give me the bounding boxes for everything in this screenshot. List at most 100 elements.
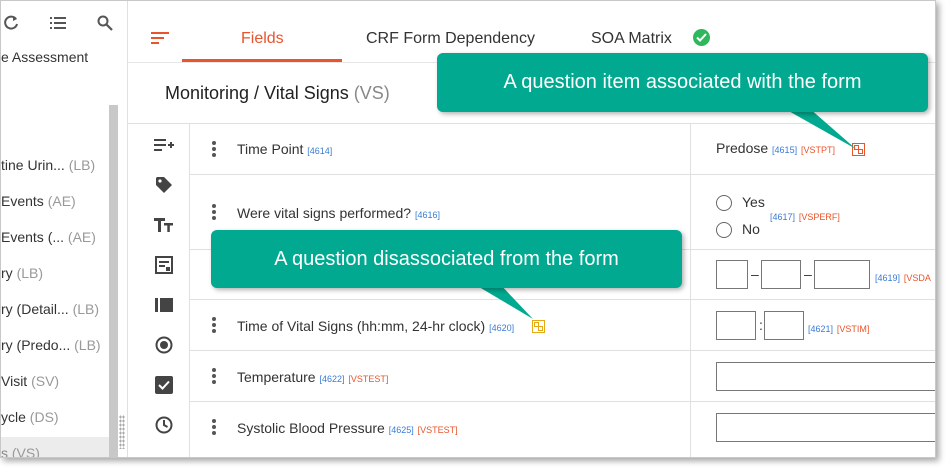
day-input[interactable] — [716, 260, 748, 289]
answer-variable: [VSDA — [903, 273, 931, 283]
form-icon[interactable] — [151, 253, 177, 277]
sidebar-item[interactable]: ycle (DS) — [1, 409, 109, 429]
drag-handle-icon[interactable] — [212, 317, 216, 335]
sidebar-item-code: (LB) — [74, 337, 101, 353]
sidebar-item-label: ycle — [1, 409, 26, 425]
drag-handle-icon[interactable] — [212, 419, 216, 437]
option-label: No — [742, 221, 760, 237]
text-input[interactable] — [716, 413, 935, 442]
question-id: [4625] — [388, 425, 414, 435]
question-id: [4614] — [307, 146, 333, 156]
form-list-panel: e Assessment tine Urin... (LB) Events (A… — [1, 1, 120, 458]
sidebar-item-code: (AE) — [67, 229, 96, 245]
tag-icon[interactable] — [151, 173, 177, 197]
sidebar-item[interactable]: Events (... (AE) — [1, 229, 109, 249]
panel-resize-handle[interactable] — [119, 415, 125, 449]
year-input[interactable] — [814, 260, 870, 289]
sidebar-item-label: e Assessment — [1, 49, 89, 65]
drag-handle-icon[interactable] — [212, 141, 216, 159]
callout-disassociated: A question disassociated from the form — [211, 230, 682, 288]
panel-divider — [127, 1, 128, 457]
question-variable: [VSTEST] — [348, 374, 389, 384]
answer-variable: [VSTIM] — [836, 324, 870, 334]
sidebar-item-code: (DS) — [29, 409, 59, 425]
hour-input[interactable] — [716, 311, 756, 340]
sidebar-item[interactable]: Visit (SV) — [1, 373, 109, 393]
date-separator: – — [804, 266, 812, 282]
radio-option-no[interactable]: No — [716, 221, 760, 239]
question-row[interactable]: Systolic Blood Pressure [4625] [VSTEST] — [190, 402, 935, 457]
question-text: Time Point — [237, 141, 304, 157]
clock-icon[interactable] — [151, 413, 177, 437]
option-label: Yes — [742, 194, 765, 210]
sidebar-item-label: ry (Predo... — [1, 337, 71, 353]
question-label: Temperature [4622] [VSTEST] — [237, 369, 388, 385]
callout-associated: A question item associated with the form — [437, 53, 928, 112]
list-icon[interactable] — [48, 13, 68, 33]
minute-input[interactable] — [764, 311, 804, 340]
sidebar-item-code: (LB) — [72, 301, 100, 317]
checkbox-icon[interactable] — [151, 373, 177, 397]
sidebar-scrollbar[interactable] — [109, 105, 118, 457]
sidebar-item[interactable]: e Assessment — [1, 49, 109, 69]
sidebar-item[interactable]: ry (Predo... (LB) — [1, 337, 109, 357]
text-input[interactable] — [716, 362, 935, 391]
refresh-icon[interactable] — [1, 13, 21, 33]
radio-option-yes[interactable]: Yes — [716, 194, 765, 212]
sidebar-item-label: Events — [1, 193, 44, 209]
drag-handle-icon[interactable] — [212, 204, 216, 222]
answer-meta: [4619] [VSDA — [875, 268, 931, 284]
block-icon[interactable] — [151, 293, 177, 317]
answer-variable: [VSPERF] — [798, 212, 840, 222]
sidebar-item[interactable]: ry (Detail... (LB) — [1, 301, 109, 321]
month-input[interactable] — [761, 260, 801, 289]
active-tab-indicator — [182, 59, 342, 62]
question-variable: [VSTEST] — [417, 425, 458, 435]
sidebar-item-code: (AE) — [47, 193, 76, 209]
sidebar-item-code: (SV) — [31, 373, 60, 389]
sidebar-item-selected[interactable]: s (VS) — [1, 437, 109, 458]
radio-icon[interactable] — [151, 333, 177, 357]
app-window: e Assessment tine Urin... (LB) Events (A… — [0, 0, 936, 458]
form-domain: (VS) — [353, 83, 390, 103]
answer-id: [4619] — [875, 273, 901, 283]
answer-meta: [4621] [VSTIM] — [808, 319, 869, 335]
add-field-icon[interactable] — [151, 133, 177, 157]
drag-handle-icon[interactable] — [212, 368, 216, 386]
filter-menu-icon[interactable] — [151, 31, 171, 47]
date-separator: – — [751, 266, 759, 282]
answer-id: [4617] — [770, 212, 796, 222]
sidebar-item-code: (LB) — [68, 157, 96, 173]
sidebar-item[interactable]: tine Urin... (LB) — [1, 157, 109, 177]
sidebar-item-label: Events (... — [1, 229, 65, 245]
question-row[interactable]: Time of Vital Signs (hh:mm, 24-hr clock)… — [190, 300, 935, 351]
question-label: Time Point [4614] — [237, 141, 332, 157]
sidebar-item-code: (LB) — [16, 265, 44, 281]
question-text: Were vital signs performed? — [237, 205, 412, 221]
form-name: Monitoring / Vital Signs — [165, 83, 349, 103]
text-size-icon[interactable] — [151, 213, 177, 237]
search-icon[interactable] — [95, 13, 115, 33]
question-row[interactable]: Temperature [4622] [VSTEST] — [190, 351, 935, 402]
tab-soa-matrix[interactable]: SOA Matrix — [591, 30, 672, 48]
radio-button[interactable] — [716, 195, 732, 212]
question-label: Were vital signs performed? [4616] — [237, 205, 440, 221]
sidebar-item[interactable]: Events (AE) — [1, 193, 109, 213]
tab-fields[interactable]: Fields — [241, 30, 284, 48]
question-text: Temperature — [237, 369, 316, 385]
sidebar-item-code: (VS) — [11, 445, 40, 458]
radio-button[interactable] — [716, 222, 732, 239]
sidebar-item-label: ry — [1, 265, 13, 281]
check-circle-icon — [693, 29, 710, 46]
sidebar-item[interactable]: ry (LB) — [1, 265, 109, 285]
time-separator: : — [759, 317, 763, 333]
sidebar-item-label: ry (Detail... — [1, 301, 69, 317]
tab-crf-form-dependency[interactable]: CRF Form Dependency — [366, 30, 535, 48]
sidebar-item-label: Visit — [1, 373, 28, 389]
question-text: Time of Vital Signs (hh:mm, 24-hr clock) — [237, 318, 486, 334]
question-label: Systolic Blood Pressure [4625] [VSTEST] — [237, 420, 458, 436]
question-id: [4616] — [414, 210, 440, 220]
sidebar-item-label: s — [1, 445, 8, 458]
answer-meta: [4617] [VSPERF] — [770, 207, 840, 223]
question-id: [4620] — [489, 323, 515, 333]
